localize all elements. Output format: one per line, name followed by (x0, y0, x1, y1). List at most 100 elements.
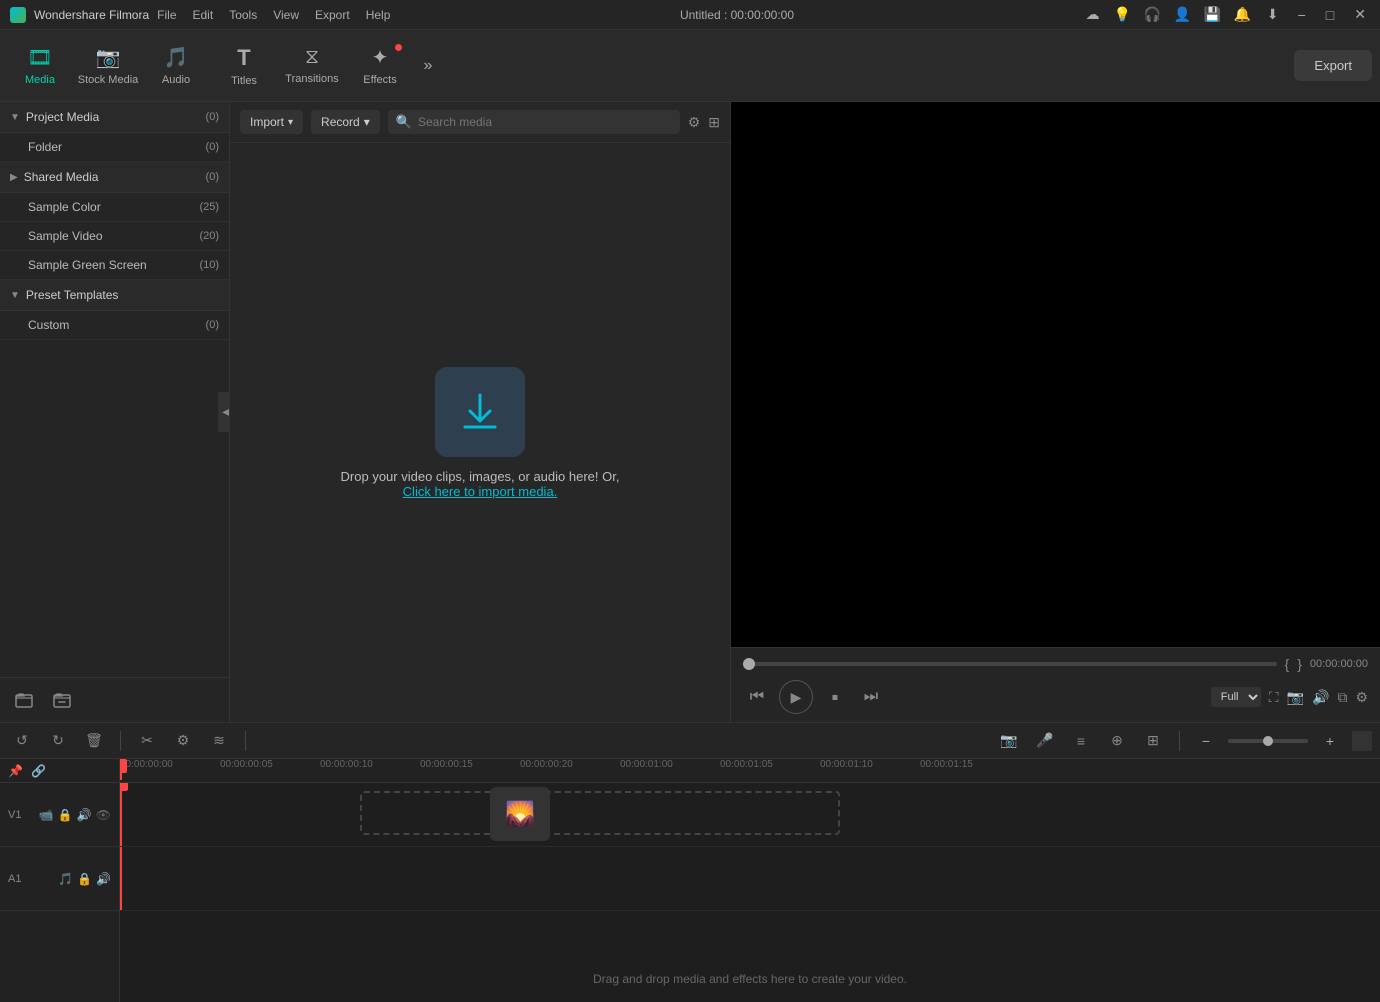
sidebar-item-sample-color[interactable]: Sample Color (25) (0, 193, 229, 222)
sidebar-item-folder[interactable]: Folder (0) (0, 133, 229, 162)
snapshot-btn[interactable]: 📷 (995, 727, 1023, 755)
search-input[interactable] (418, 115, 672, 129)
storage-icon[interactable]: 💾 (1204, 6, 1222, 24)
preview-panel: { } 00:00:00:00 ⏮ ▶ ⏹ ⏭ Full 1/2 1/4 ⛶ (730, 102, 1380, 722)
effects-notification-dot (395, 44, 402, 51)
tool-transitions[interactable]: ⧖ Transitions (280, 36, 344, 96)
zoom-slider[interactable] (1228, 739, 1308, 743)
lightbulb-icon[interactable]: 💡 (1114, 6, 1132, 24)
tool-audio[interactable]: 🎵 Audio (144, 36, 208, 96)
sidebar-collapse-button[interactable]: ◀ (218, 392, 230, 432)
video-track-controls: 📹 🔒 🔊 👁 (39, 808, 111, 822)
audio-adjust-button[interactable]: ≋ (205, 727, 233, 755)
pin-icon[interactable]: 📌 (8, 764, 23, 778)
sidebar-item-sample-green-screen[interactable]: Sample Green Screen (10) (0, 251, 229, 280)
tool-stock-media[interactable]: 📷 Stock Media (76, 36, 140, 96)
video-track-lock-icon[interactable]: 🔒 (58, 808, 73, 822)
step-forward-button[interactable]: ⏭ (857, 683, 885, 711)
audio-track-icon[interactable]: 🎵 (58, 872, 73, 886)
filter-icon[interactable]: ⚙ (688, 114, 701, 131)
sidebar-item-custom[interactable]: Custom (0) (0, 311, 229, 340)
media-thumbnail-drag[interactable]: 🌄 (490, 787, 550, 841)
quality-select[interactable]: Full 1/2 1/4 (1211, 687, 1261, 707)
audio-playhead-line (120, 847, 122, 910)
account-icon[interactable]: 👤 (1174, 6, 1192, 24)
sort-btn[interactable]: ≡ (1067, 727, 1095, 755)
new-folder-button[interactable] (10, 686, 38, 714)
delete-button[interactable]: 🗑 (80, 727, 108, 755)
audio-track-lock-icon[interactable]: 🔒 (77, 872, 92, 886)
app-name: Wondershare Filmora (34, 8, 149, 22)
tool-titles-label: Titles (231, 75, 257, 87)
ruler-label-6: 00:00:01:05 (720, 759, 773, 770)
menu-edit[interactable]: Edit (193, 8, 214, 22)
maximize-button[interactable]: □ (1322, 7, 1338, 23)
screenshot-icon[interactable]: 📷 (1287, 689, 1304, 706)
tool-titles[interactable]: T Titles (212, 36, 276, 96)
menu-tools[interactable]: Tools (229, 8, 257, 22)
download-icon[interactable]: ⬇ (1264, 6, 1282, 24)
toolbar-more-button[interactable]: » (416, 54, 440, 78)
track-playhead-line (120, 783, 122, 846)
sidebar-item-sample-video[interactable]: Sample Video (20) (0, 222, 229, 251)
voiceover-btn[interactable]: 🎤 (1031, 727, 1059, 755)
drop-icon-container (435, 367, 525, 457)
pip-icon[interactable]: ⧉ (1337, 689, 1347, 706)
minimize-button[interactable]: − (1294, 7, 1310, 23)
close-button[interactable]: ✕ (1350, 6, 1370, 23)
menu-file[interactable]: File (157, 8, 176, 22)
sidebar-section-shared-media[interactable]: ▶ Shared Media (0) (0, 162, 229, 193)
video-track-cam-icon[interactable]: 📹 (39, 808, 54, 822)
preview-quality: Full 1/2 1/4 (1211, 687, 1261, 707)
dark-mode-btn[interactable] (1352, 731, 1372, 751)
progress-bar[interactable] (743, 662, 1277, 666)
menu-help[interactable]: Help (366, 8, 391, 22)
cloud-icon[interactable]: ☁ (1084, 6, 1102, 24)
zoom-thumb[interactable] (1263, 736, 1273, 746)
trim-button[interactable]: ✂ (133, 727, 161, 755)
drop-link[interactable]: Click here to import media. (403, 484, 558, 499)
settings-icon[interactable]: ⚙ (1355, 689, 1368, 706)
timeline-tracks[interactable]: 🌄 Drag and drop media and effects here t… (120, 783, 1380, 1002)
remove-folder-button[interactable] (48, 686, 76, 714)
zoom-out-button[interactable]: − (1192, 727, 1220, 755)
marker-right[interactable]: } (1297, 656, 1302, 672)
import-button[interactable]: Import ▾ (240, 110, 303, 134)
magnet-btn[interactable]: ⊕ (1103, 727, 1131, 755)
ruler-label-4: 00:00:00:20 (520, 759, 573, 770)
redo-button[interactable]: ↻ (44, 727, 72, 755)
fullscreen-icon[interactable]: ⛶ (1269, 689, 1279, 706)
stop-button[interactable]: ⏹ (821, 683, 849, 711)
export-button[interactable]: Export (1294, 50, 1372, 81)
search-box[interactable]: 🔍 (388, 110, 680, 134)
sidebar-section-project-media[interactable]: ▼ Project Media (0) (0, 102, 229, 133)
sidebar-section-preset-templates[interactable]: ▼ Preset Templates (0, 280, 229, 311)
volume-icon[interactable]: 🔊 (1312, 689, 1329, 706)
menu-export[interactable]: Export (315, 8, 350, 22)
headphone-icon[interactable]: 🎧 (1144, 6, 1162, 24)
shared-media-label: Shared Media (24, 170, 206, 184)
video-track-eye-icon[interactable]: 👁 (96, 808, 111, 822)
progress-handle[interactable] (743, 658, 755, 670)
media-drop-area[interactable]: Drop your video clips, images, or audio … (230, 143, 730, 722)
marker-left[interactable]: { (1285, 656, 1290, 672)
split-screen-btn[interactable]: ⊞ (1139, 727, 1167, 755)
link-icon[interactable]: 🔗 (31, 764, 46, 778)
zoom-in-button[interactable]: + (1316, 727, 1344, 755)
ruler-label-1: 00:00:00:05 (220, 759, 273, 770)
adjust-button[interactable]: ⚙ (169, 727, 197, 755)
video-drop-area[interactable] (360, 791, 840, 835)
menu-view[interactable]: View (273, 8, 299, 22)
timeline-ruler[interactable]: 00:00:00:00 00:00:00:05 00:00:00:10 00:0… (120, 759, 1380, 783)
step-back-button[interactable]: ⏮ (743, 683, 771, 711)
record-button[interactable]: Record ▾ (311, 110, 380, 134)
grid-icon[interactable]: ⊞ (708, 114, 720, 131)
sample-video-label: Sample Video (28, 229, 199, 243)
video-track-mute-icon[interactable]: 🔊 (77, 808, 92, 822)
tool-media[interactable]: 🎞 Media (8, 36, 72, 96)
notification-icon[interactable]: 🔔 (1234, 6, 1252, 24)
audio-track-mute-icon[interactable]: 🔊 (96, 872, 111, 886)
undo-button[interactable]: ↺ (8, 727, 36, 755)
tool-effects[interactable]: ✦ Effects (348, 36, 412, 96)
play-button[interactable]: ▶ (779, 680, 813, 714)
